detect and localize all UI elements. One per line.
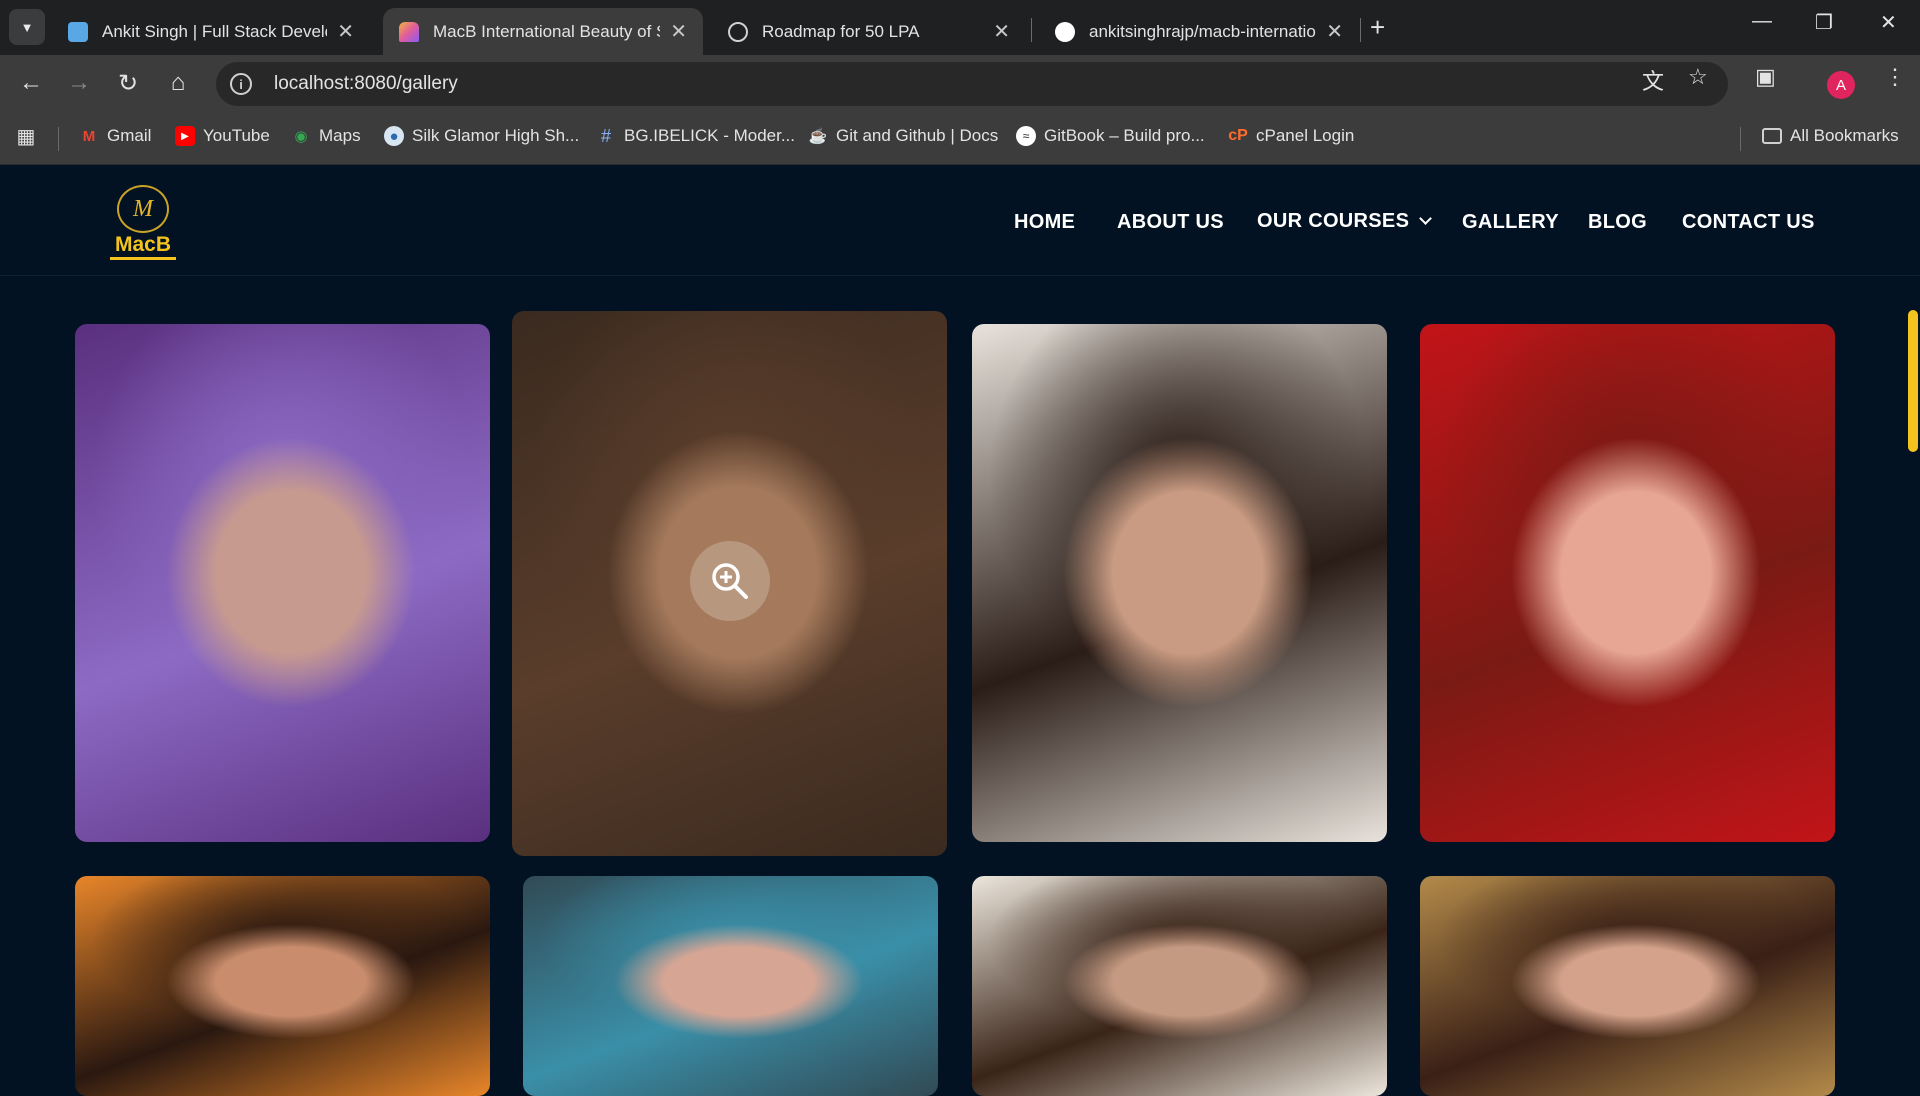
close-icon[interactable]: ✕: [1326, 19, 1343, 44]
folder-icon: [1762, 128, 1782, 144]
tab-title: Ankit Singh | Full Stack Develop: [102, 21, 328, 41]
nav-home[interactable]: HOME: [1014, 211, 1075, 234]
close-icon[interactable]: ✕: [670, 19, 687, 44]
profile-avatar[interactable]: A: [1827, 71, 1855, 99]
bookmark-gmail[interactable]: M Gmail: [79, 126, 152, 146]
forward-arrow-icon[interactable]: →: [65, 69, 93, 97]
page-scrollbar-thumb[interactable]: [1908, 310, 1918, 452]
close-window-icon[interactable]: ✕: [1880, 10, 1897, 35]
tab-separator: [1031, 18, 1032, 42]
nav-our-courses-label: OUR COURSES: [1257, 210, 1410, 232]
globe-icon: ●: [384, 126, 404, 146]
gmail-icon: M: [82, 127, 96, 145]
menu-kebab-icon[interactable]: ⋮: [1884, 64, 1906, 90]
logo-emblem: M: [117, 185, 169, 233]
bookmark-git-github[interactable]: ☕ Git and Github | Docs: [808, 126, 999, 146]
briefcase-favicon-icon: [68, 21, 88, 42]
macb-logo[interactable]: M MacB: [110, 185, 176, 261]
bookmark-bg-ibelick[interactable]: # BG.IBELICK - Moder...: [596, 126, 795, 146]
tab-ankit-singh[interactable]: Ankit Singh | Full Stack Develop ✕: [52, 8, 370, 55]
github-favicon-icon: [1055, 21, 1075, 42]
zoom-in-icon[interactable]: [690, 541, 770, 621]
bookmark-separator: [58, 127, 59, 151]
translate-icon[interactable]: 文: [1642, 64, 1664, 96]
bookmark-star-icon[interactable]: ☆: [1688, 64, 1708, 90]
bookmark-cpanel[interactable]: cP cPanel Login: [1228, 126, 1354, 146]
tab-macb-gallery[interactable]: MacB International Beauty of Sc ✕: [383, 8, 703, 55]
tab-search-button[interactable]: ▼: [9, 9, 45, 45]
bookmark-silk-glamor[interactable]: ● Silk Glamor High Sh...: [384, 126, 579, 146]
nav-blog[interactable]: BLOG: [1588, 211, 1647, 234]
browser-tabstrip: ▼ Ankit Singh | Full Stack Develop ✕ Mac…: [0, 0, 1920, 55]
address-bar[interactable]: i localhost:8080/gallery: [216, 62, 1728, 106]
youtube-icon: ▶: [175, 126, 195, 146]
nav-about-us[interactable]: ABOUT US: [1117, 211, 1224, 234]
gitbook-icon: ≈: [1016, 126, 1036, 146]
url-text[interactable]: localhost:8080/gallery: [274, 73, 458, 95]
gallery-grid: [0, 276, 1900, 1096]
tab-separator: [1360, 18, 1361, 42]
nav-contact-us[interactable]: CONTACT US: [1682, 211, 1815, 234]
tab-title: Roadmap for 50 LPA: [762, 21, 920, 41]
tab-title: MacB International Beauty of Sc: [433, 21, 661, 41]
browser-toolbar: ← → ↻ ⌂ i localhost:8080/gallery 文 ☆ ▣ A…: [0, 55, 1920, 112]
apps-grid-icon[interactable]: ▦: [16, 126, 44, 148]
close-icon[interactable]: ✕: [337, 19, 354, 44]
hash-icon: #: [600, 125, 611, 146]
bookmarks-bar: ▦ M Gmail ▶ YouTube ◉ Maps ● Silk Glamor…: [0, 112, 1920, 165]
chevron-down-icon: ▼: [20, 19, 34, 35]
gallery-image-orange-scarf[interactable]: [75, 876, 490, 1096]
minimize-icon[interactable]: —: [1752, 10, 1772, 33]
cup-icon: ☕: [808, 128, 828, 145]
nav-gallery[interactable]: GALLERY: [1462, 211, 1559, 234]
tab-roadmap[interactable]: Roadmap for 50 LPA ✕: [712, 8, 1026, 55]
close-icon[interactable]: ✕: [993, 19, 1010, 44]
tab-title: ankitsinghrajp/macb-internatio: [1089, 21, 1316, 41]
bookmark-youtube[interactable]: ▶ YouTube: [175, 126, 270, 146]
gallery-image-classic-waves[interactable]: [972, 324, 1387, 842]
cpanel-icon: cP: [1228, 127, 1248, 144]
restore-icon[interactable]: ❐: [1815, 10, 1833, 35]
bookmark-gitbook[interactable]: ≈ GitBook – Build pro...: [1016, 126, 1205, 146]
new-tab-button[interactable]: +: [1370, 12, 1385, 43]
gallery-image-blue-eyeshadow[interactable]: [523, 876, 938, 1096]
maps-icon: ◉: [294, 128, 308, 145]
extensions-icon[interactable]: ▣: [1755, 64, 1776, 90]
home-icon[interactable]: ⌂: [164, 69, 192, 97]
bookmark-separator: [1740, 127, 1741, 151]
gallery-image-bridal-gold[interactable]: [1420, 876, 1835, 1096]
site-header: M MacB HOME ABOUT US OUR COURSES GALLERY…: [0, 165, 1920, 276]
reload-icon[interactable]: ↻: [114, 69, 142, 98]
logo-text: MacB: [110, 233, 176, 260]
chevron-down-icon: [1419, 212, 1433, 225]
site-info-icon[interactable]: i: [230, 73, 252, 95]
gallery-image-red-glam[interactable]: [1420, 324, 1835, 842]
nav-our-courses[interactable]: OUR COURSES: [1257, 210, 1433, 233]
gallery-image-purple-makeup[interactable]: [75, 324, 490, 842]
macb-favicon-icon: [399, 21, 419, 42]
all-bookmarks[interactable]: All Bookmarks: [1762, 126, 1899, 146]
tab-github-repo[interactable]: ankitsinghrajp/macb-internatio ✕: [1039, 8, 1359, 55]
back-arrow-icon[interactable]: ←: [17, 69, 45, 97]
bookmark-maps[interactable]: ◉ Maps: [291, 126, 360, 146]
gallery-image-bridal-tikka[interactable]: [972, 876, 1387, 1096]
chatgpt-favicon-icon: [728, 21, 748, 42]
